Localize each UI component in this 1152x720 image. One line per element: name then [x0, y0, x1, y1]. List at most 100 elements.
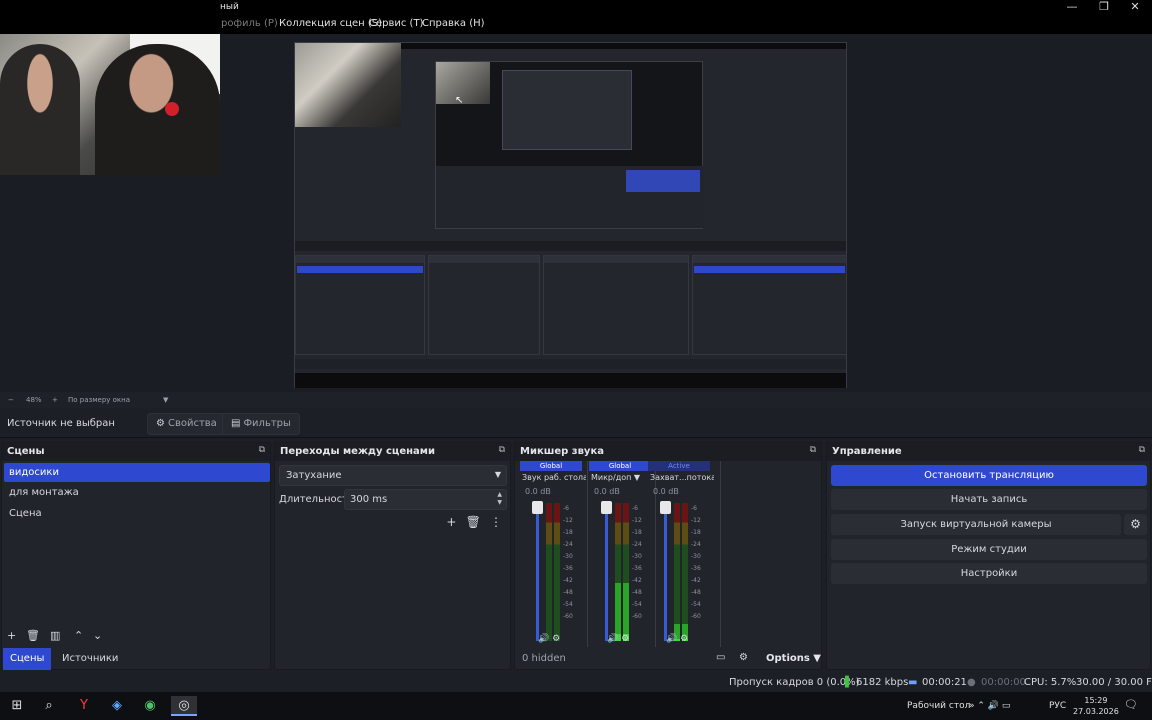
level-meter-right [554, 503, 560, 641]
scene-item-scene[interactable]: Сцена [4, 504, 270, 523]
volume-fader-knob[interactable] [532, 501, 543, 514]
obs-window: ный — ❐ ✕ рофиль (P) Коллекция сцен (S) … [0, 0, 1152, 720]
level-meter-left [615, 503, 621, 641]
zoom-out-button[interactable]: − [8, 396, 14, 404]
controls-dock-header: Управление ⧉ [827, 443, 1150, 461]
stop-stream-button[interactable]: Остановить трансляцию [831, 465, 1147, 486]
dock-float-icon[interactable]: ⧉ [499, 445, 505, 455]
fps: 30.00 / 30.00 FPS [1076, 677, 1152, 688]
channel-badge: Global [520, 461, 582, 471]
studio-mode-button[interactable]: Режим студии [831, 539, 1147, 560]
chevron-down-icon[interactable]: ⌄ [93, 629, 102, 642]
clock[interactable]: 15:29 27.03.2026 [1073, 695, 1119, 717]
speaker-icon[interactable]: 🔊 [607, 634, 618, 644]
signal-icon: ▐ [841, 677, 849, 688]
spinner-icon[interactable]: ▲ ▼ [497, 491, 502, 507]
filters-button[interactable]: ▤ Фильтры [222, 413, 300, 435]
zoom-fit-select[interactable]: По размеру окна [68, 396, 130, 404]
maximize-button[interactable]: ❐ [1089, 0, 1119, 16]
volume-fader[interactable] [664, 501, 667, 641]
hidden-count: 0 hidden [522, 653, 566, 664]
settings-icon[interactable]: ⚙ [621, 634, 629, 644]
tab-scenes[interactable]: Сцены [3, 648, 52, 670]
filter-icon[interactable]: ▥ [50, 629, 60, 642]
obs-taskbar-icon[interactable]: ◎ [171, 696, 197, 716]
channel-name[interactable]: Захват...потока ▼ [650, 473, 714, 482]
properties-button[interactable]: ⚙ Свойства [147, 413, 226, 435]
scene-item-videos[interactable]: видосики [4, 463, 270, 482]
zoom-in-button[interactable]: + [52, 396, 58, 404]
virtual-camera-settings-icon[interactable]: ⚙ [1124, 514, 1147, 535]
options-button[interactable]: Options ▼ [766, 653, 821, 664]
volume-fader[interactable] [536, 501, 539, 641]
nested-webcam [295, 43, 401, 127]
audio-mixer-dock: Микшер звука ⧉ Global Звук раб. стола ▼ … [514, 442, 822, 670]
menu-bar: рофиль (P) Коллекция сцен (S) Сервис (T)… [0, 16, 1152, 34]
transitions-dock-header: Переходы между сценами ⧉ [275, 443, 510, 461]
trash-icon[interactable]: 🗑 [466, 515, 481, 529]
channel-db: 0.0 dB [653, 487, 679, 496]
record-time: 00:00:00 [981, 677, 1026, 688]
settings-icon[interactable]: ⚙ [552, 634, 560, 644]
volume-fader[interactable] [605, 501, 608, 641]
mixer-dock-header: Микшер звука ⧉ [515, 443, 821, 461]
no-source-label: Источник не выбран [7, 418, 115, 429]
mixer-channel: Active Захват...потока ▼ 0.0 dB -6-12-18… [646, 461, 714, 647]
preview-canvas[interactable]: ↖ [0, 34, 1152, 392]
windows-start-icon[interactable]: ⊞ [4, 696, 30, 716]
speaker-icon[interactable]: 🔊 [538, 634, 549, 644]
filter-icon: ▤ [231, 418, 241, 429]
nested-inner-button [626, 170, 700, 192]
app-icon[interactable]: ◈ [104, 696, 130, 716]
dock-float-icon[interactable]: ⧉ [810, 445, 816, 455]
game-launcher-icon[interactable]: ◉ [137, 696, 163, 716]
add-icon[interactable]: + [7, 629, 16, 642]
search-icon[interactable]: ⌕ [36, 696, 62, 716]
minimize-button[interactable]: — [1057, 0, 1087, 16]
channel-controls: 🔊 ⚙ [538, 634, 560, 644]
close-button[interactable]: ✕ [1120, 0, 1150, 16]
start-record-button[interactable]: Начать запись [831, 489, 1147, 510]
settings-icon[interactable]: ⚙ [680, 634, 688, 644]
trash-icon[interactable]: 🗑 [26, 629, 40, 642]
more-vertical-icon[interactable]: ⋮ [490, 515, 502, 529]
nested-mixer-dock [543, 255, 689, 355]
mixer-channel: Global Звук раб. стола ▼ 0.0 dB -6-12-18… [518, 461, 586, 647]
menu-tools[interactable]: Сервис (T) [369, 18, 423, 29]
nested-docks [295, 255, 847, 355]
add-icon[interactable]: + [446, 515, 456, 529]
menu-profile[interactable]: рофиль (P) [221, 18, 278, 29]
tab-sources[interactable]: Источники [55, 648, 125, 670]
controls-dock-title: Управление [832, 446, 902, 457]
title-bar: ный — ❐ ✕ [0, 0, 1152, 16]
channel-badge: Active [648, 461, 710, 471]
level-meter-right [682, 503, 688, 641]
meter-scale: -6 -12 -18 -24 -30 -36 -42 -48 -54 -60 [632, 505, 642, 620]
desktop-label[interactable]: Рабочий стол [907, 701, 970, 711]
chevron-up-icon[interactable]: ⌃ [74, 629, 83, 642]
transition-select[interactable]: Затухание ▼ [279, 465, 507, 486]
volume-fader-knob[interactable] [660, 501, 671, 514]
settings-button[interactable]: Настройки [831, 563, 1147, 584]
yandex-browser-icon[interactable]: Y [71, 696, 97, 716]
zoom-dropdown-icon[interactable]: ▼ [163, 396, 168, 404]
layout-icon[interactable]: ▭ [716, 652, 725, 663]
speaker-icon[interactable]: 🔊 [666, 634, 677, 644]
virtual-camera-button[interactable]: Запуск виртуальной камеры [831, 514, 1121, 535]
menu-help[interactable]: Справка (H) [422, 18, 485, 29]
scenes-dock-title: Сцены [7, 446, 45, 457]
menu-scene-collection[interactable]: Коллекция сцен (S) [279, 18, 382, 29]
scene-item-editing[interactable]: для монтажа [4, 483, 270, 502]
language-indicator[interactable]: РУС [1049, 701, 1066, 711]
duration-input[interactable]: 300 ms ▲ ▼ [344, 489, 507, 510]
dock-float-icon[interactable]: ⧉ [259, 445, 265, 455]
channel-name[interactable]: Звук раб. стола ▼ [522, 473, 586, 482]
channel-badge: Global [589, 461, 651, 471]
advanced-audio-icon[interactable]: ⚙ [739, 652, 748, 663]
record-icon: ● [967, 677, 976, 688]
dock-float-icon[interactable]: ⧉ [1139, 445, 1145, 455]
duration-value: 300 ms [350, 494, 388, 505]
volume-fader-knob[interactable] [601, 501, 612, 514]
tray-icons[interactable]: » ⌃ 🔊 ▭ [969, 701, 1010, 711]
notifications-icon[interactable]: 🗨 [1124, 698, 1138, 711]
